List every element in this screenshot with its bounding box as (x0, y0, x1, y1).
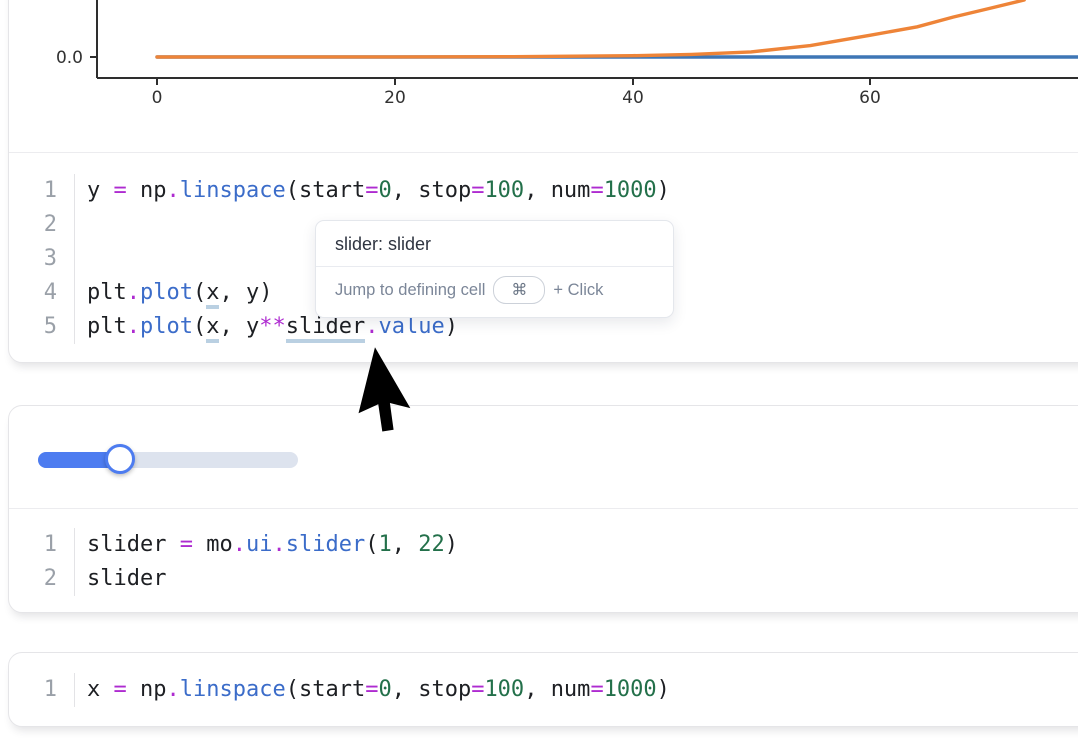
code-line[interactable]: 1y = np.linspace(start=0, stop=100, num=… (9, 174, 1078, 208)
notebook: 0.0 0 20 40 60 1y = np.linspace(start=0,… (0, 0, 1078, 746)
line-number: 2 (9, 562, 75, 596)
line-number: 1 (9, 673, 75, 707)
slider-output (9, 406, 1078, 508)
x-tick-marks (157, 78, 870, 85)
x-tick-label: 60 (859, 88, 881, 108)
code-editor-2[interactable]: 1slider = mo.ui.slider(1, 22)2slider (9, 508, 1078, 612)
x-tick-label: 40 (622, 88, 644, 108)
tooltip-shortcut-suffix: + Click (553, 281, 603, 300)
code-line[interactable]: 2slider (9, 562, 1078, 596)
matplotlib-figure: 0.0 0 20 40 60 (9, 0, 1078, 152)
y-tick-label: 0.0 (56, 48, 83, 68)
plot-output: 0.0 0 20 40 60 (9, 0, 1078, 152)
slider-track[interactable] (38, 452, 298, 468)
tooltip-action-label: Jump to defining cell (335, 281, 485, 300)
code-editor-3[interactable]: 1x = np.linspace(start=0, stop=100, num=… (9, 653, 1078, 726)
x-tick-label: 20 (384, 88, 406, 108)
slider-thumb[interactable] (105, 444, 135, 474)
line-series-orange (157, 0, 1024, 57)
x-tick-label: 0 (152, 88, 163, 108)
variable-tooltip: slider: slider Jump to defining cell ⌘ +… (315, 220, 674, 318)
code-line[interactable]: 1x = np.linspace(start=0, stop=100, num=… (9, 673, 1078, 707)
line-number: 3 (9, 242, 75, 276)
code-line[interactable]: 1slider = mo.ui.slider(1, 22) (9, 528, 1078, 562)
cell-slider: 1slider = mo.ui.slider(1, 22)2slider (8, 405, 1078, 613)
command-key-icon: ⌘ (511, 280, 527, 300)
line-number: 1 (9, 528, 75, 562)
cell-x-definition: 1x = np.linspace(start=0, stop=100, num=… (8, 652, 1078, 727)
command-key-badge: ⌘ (493, 276, 545, 304)
tooltip-variable-label: slider: slider (316, 221, 673, 266)
line-number: 4 (9, 276, 75, 310)
line-number: 2 (9, 208, 75, 242)
line-number: 5 (9, 310, 75, 344)
line-number: 1 (9, 174, 75, 208)
